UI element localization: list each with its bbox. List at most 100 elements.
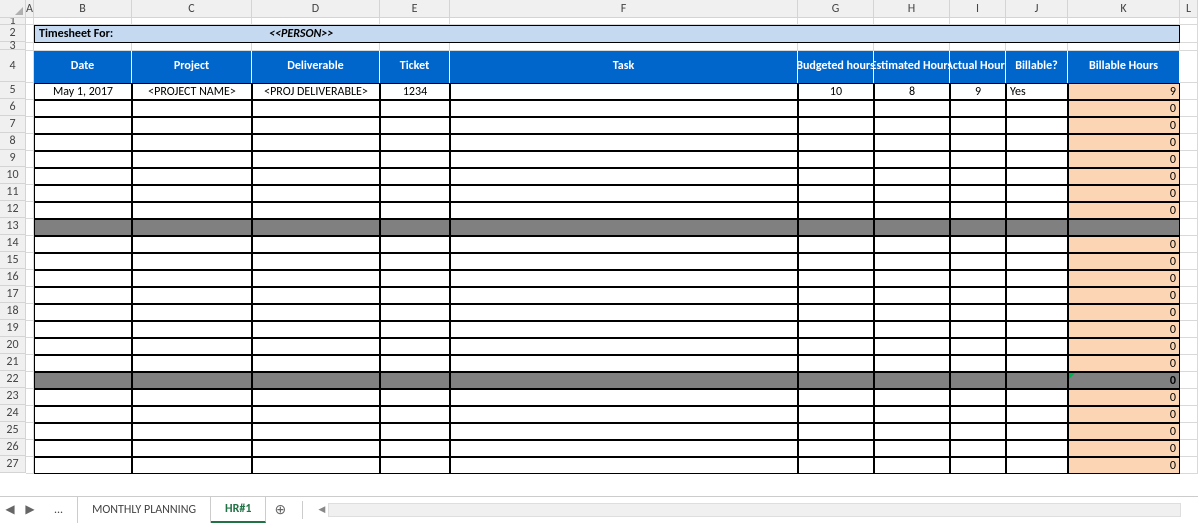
cell[interactable]: [1006, 43, 1068, 51]
cell[interactable]: [1180, 18, 1198, 25]
row-header-8[interactable]: 8: [0, 133, 26, 150]
cell-r15-c2[interactable]: [132, 253, 252, 270]
cell-r25-c2[interactable]: [132, 423, 252, 440]
cell[interactable]: [874, 18, 950, 25]
cell-r21-c8[interactable]: [950, 355, 1006, 372]
cell-r11-c9[interactable]: [1006, 185, 1068, 202]
cell-r21-c3[interactable]: [252, 355, 380, 372]
cell[interactable]: [132, 18, 252, 25]
cell[interactable]: [874, 43, 950, 51]
cell-r27-c8[interactable]: [950, 457, 1006, 474]
cell-r12-c8[interactable]: [950, 202, 1006, 219]
cell-r27-c2[interactable]: [132, 457, 252, 474]
cell-r19-c6[interactable]: [798, 321, 874, 338]
cell-r15-c5[interactable]: [450, 253, 798, 270]
cell-r10-c9[interactable]: [1006, 168, 1068, 185]
cell-r5-c2[interactable]: <PROJECT NAME>: [132, 83, 252, 100]
cell-r24-c1[interactable]: [34, 406, 132, 423]
cell-r24-c7[interactable]: [874, 406, 950, 423]
row-header-14[interactable]: 14: [0, 235, 26, 252]
tab-nav-next[interactable]: ▶: [20, 497, 40, 523]
cell[interactable]: [1180, 25, 1198, 43]
row-header-20[interactable]: 20: [0, 337, 26, 354]
row-header-26[interactable]: 26: [0, 439, 26, 456]
cell-r26-c7[interactable]: [874, 440, 950, 457]
cell-r24-c9[interactable]: [1006, 406, 1068, 423]
cell-r6-c3[interactable]: [252, 100, 380, 117]
cell-r8-c1[interactable]: [34, 134, 132, 151]
cell[interactable]: [26, 338, 34, 355]
cell-r12-c3[interactable]: [252, 202, 380, 219]
cell-r17-c8[interactable]: [950, 287, 1006, 304]
cell-r8-c4[interactable]: [380, 134, 450, 151]
cell[interactable]: [1180, 185, 1198, 202]
cell-r18-c5[interactable]: [450, 304, 798, 321]
cell-r18-c1[interactable]: [34, 304, 132, 321]
cell-r15-c6[interactable]: [798, 253, 874, 270]
cell-r9-c5[interactable]: [450, 151, 798, 168]
cell-r19-c8[interactable]: [950, 321, 1006, 338]
cell[interactable]: [26, 304, 34, 321]
cell[interactable]: [26, 25, 34, 43]
cell-r17-c4[interactable]: [380, 287, 450, 304]
cell[interactable]: [26, 151, 34, 168]
cell[interactable]: [798, 43, 874, 51]
cell-r22-c3[interactable]: [252, 372, 380, 389]
cell-r14-c7[interactable]: [874, 236, 950, 253]
row-header-16[interactable]: 16: [0, 269, 26, 286]
cell[interactable]: [1180, 372, 1198, 389]
tab-monthly-planning[interactable]: MONTHLY PLANNING: [78, 497, 211, 523]
cell-r27-c5[interactable]: [450, 457, 798, 474]
cell-r7-c2[interactable]: [132, 117, 252, 134]
cell[interactable]: [26, 389, 34, 406]
cell-r23-c4[interactable]: [380, 389, 450, 406]
cell-r25-c3[interactable]: [252, 423, 380, 440]
col-header-B[interactable]: B: [34, 0, 132, 17]
row-header-15[interactable]: 15: [0, 252, 26, 269]
row-header-25[interactable]: 25: [0, 422, 26, 439]
cell-billable-hours-r15[interactable]: 0: [1068, 253, 1180, 270]
header-actual[interactable]: Actual Hours: [950, 51, 1006, 83]
cell-r11-c7[interactable]: [874, 185, 950, 202]
cell-r5-c3[interactable]: <PROJ DELIVERABLE>: [252, 83, 380, 100]
cell-r25-c4[interactable]: [380, 423, 450, 440]
cell-r13-c9[interactable]: [1006, 219, 1068, 236]
cell-r17-c2[interactable]: [132, 287, 252, 304]
header-project[interactable]: Project: [132, 51, 252, 83]
cell-r8-c3[interactable]: [252, 134, 380, 151]
cell-r8-c9[interactable]: [1006, 134, 1068, 151]
cell[interactable]: [950, 43, 1006, 51]
cell[interactable]: [1180, 219, 1198, 236]
cell-r5-c6[interactable]: 10: [798, 83, 874, 100]
cell-r9-c4[interactable]: [380, 151, 450, 168]
cell-billable-hours-r20[interactable]: 0: [1068, 338, 1180, 355]
cell[interactable]: [1180, 168, 1198, 185]
cell[interactable]: [1180, 423, 1198, 440]
cell-r7-c7[interactable]: [874, 117, 950, 134]
cell[interactable]: [1180, 321, 1198, 338]
cell-r20-c4[interactable]: [380, 338, 450, 355]
cell-billable-hours-r24[interactable]: 0: [1068, 406, 1180, 423]
row-header-6[interactable]: 6: [0, 99, 26, 116]
select-all-corner[interactable]: [0, 0, 26, 17]
cell-r19-c9[interactable]: [1006, 321, 1068, 338]
cell-billable-hours-r14[interactable]: 0: [1068, 236, 1180, 253]
cell-r6-c9[interactable]: [1006, 100, 1068, 117]
cell-r23-c8[interactable]: [950, 389, 1006, 406]
cell-billable-hours-r13[interactable]: [1068, 219, 1180, 236]
header-task[interactable]: Task: [450, 51, 798, 83]
cell-r6-c6[interactable]: [798, 100, 874, 117]
cell[interactable]: [26, 83, 34, 100]
cell-billable-hours-r8[interactable]: 0: [1068, 134, 1180, 151]
cell-r17-c1[interactable]: [34, 287, 132, 304]
cell-r26-c4[interactable]: [380, 440, 450, 457]
cell-r16-c5[interactable]: [450, 270, 798, 287]
cell-r21-c1[interactable]: [34, 355, 132, 372]
cell-r10-c2[interactable]: [132, 168, 252, 185]
cell[interactable]: [950, 18, 1006, 25]
cell-r25-c7[interactable]: [874, 423, 950, 440]
cell-r13-c8[interactable]: [950, 219, 1006, 236]
cell-r11-c3[interactable]: [252, 185, 380, 202]
cell-billable-hours-r23[interactable]: 0: [1068, 389, 1180, 406]
cell-r9-c3[interactable]: [252, 151, 380, 168]
